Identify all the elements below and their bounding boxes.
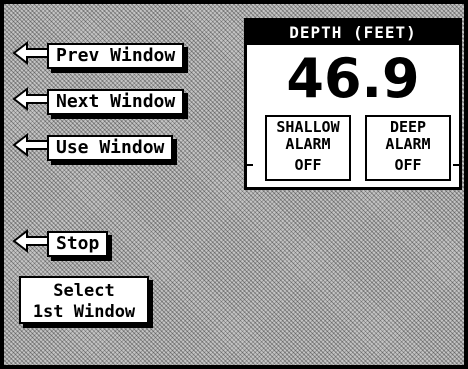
next-window-label: Next Window [47, 89, 185, 115]
deep-alarm-status: OFF [394, 156, 422, 174]
left-arrow-icon [12, 132, 51, 158]
sonar-screen: Prev Window Next Window Use Window Stop … [0, 0, 468, 369]
depth-title: DEPTH (FEET) [247, 21, 459, 45]
prev-window-label: Prev Window [47, 43, 185, 69]
use-window-button[interactable]: Use Window [12, 132, 187, 164]
depth-window[interactable]: DEPTH (FEET) 46.9 SHALLOW ALARM OFF DEEP… [244, 18, 462, 190]
left-arrow-icon [12, 228, 51, 254]
shallow-alarm-box[interactable]: SHALLOW ALARM OFF [265, 115, 351, 181]
stop-label: Stop [47, 231, 109, 257]
left-arrow-icon [12, 40, 51, 66]
shallow-alarm-status: OFF [294, 156, 322, 174]
deep-alarm-line1: DEEP [389, 118, 427, 136]
shallow-alarm-line2: ALARM [285, 135, 331, 153]
depth-readout: 46.9 [286, 47, 420, 110]
deep-alarm-line2: ALARM [385, 135, 431, 153]
panel-tick-left [247, 164, 253, 166]
prev-window-button[interactable]: Prev Window [12, 40, 187, 72]
use-window-label: Use Window [47, 135, 174, 161]
stop-button[interactable]: Stop [12, 228, 109, 260]
next-window-button[interactable]: Next Window [12, 86, 187, 118]
select-prompt-line2: 1st Window [32, 302, 136, 322]
left-arrow-icon [12, 86, 51, 112]
panel-tick-right [453, 164, 459, 166]
select-prompt-line1: Select [53, 281, 115, 301]
select-window-prompt: Select 1st Window [19, 276, 149, 324]
shallow-alarm-line1: SHALLOW [276, 118, 340, 136]
deep-alarm-box[interactable]: DEEP ALARM OFF [365, 115, 451, 181]
